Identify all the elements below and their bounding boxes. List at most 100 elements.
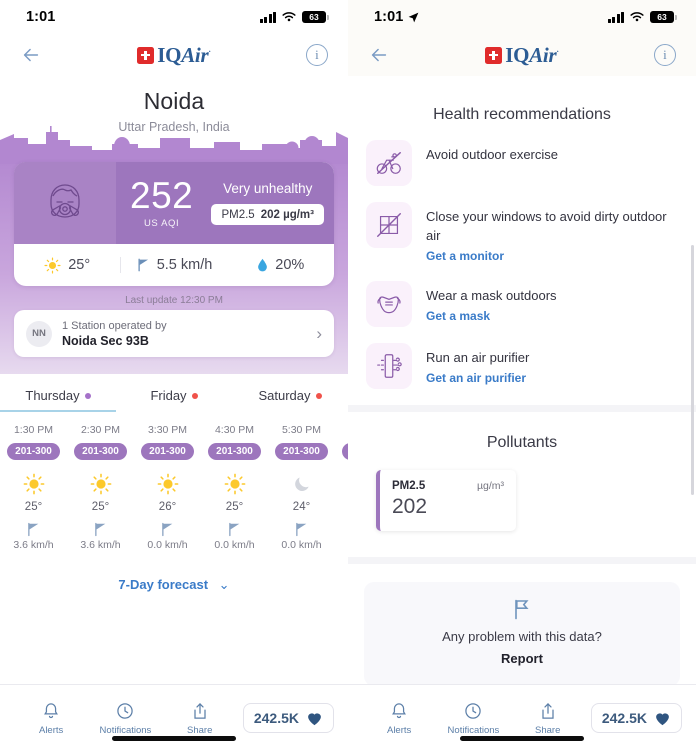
iqair-logo: IQAir· (137, 43, 211, 68)
pollutant-value: 202 (392, 494, 428, 518)
day-tab-label: Saturday (258, 388, 311, 403)
wind-flag-icon (138, 258, 148, 272)
forecast-temp: 26° (158, 501, 177, 513)
moon-icon (335, 469, 348, 499)
station-card[interactable]: NN 1 Station operated by Noida Sec 93B › (14, 310, 334, 357)
forecast-wind: 0.0 km/h (214, 539, 255, 551)
recommendation-link[interactable]: Get an air purifier (426, 371, 526, 385)
status-time-text: 1:01 (374, 9, 404, 25)
battery-icon: 63 (302, 11, 329, 23)
status-time: 1:01 (374, 9, 420, 25)
tab-thursday[interactable]: Thursday (0, 388, 116, 412)
section-divider (348, 404, 696, 412)
forecast-column: 2:30 PM 201-300 25° 3.6 km/h (67, 424, 134, 551)
nav-bar: IQAir· i (0, 34, 348, 76)
info-icon[interactable]: i (653, 44, 676, 66)
page-title: Noida (143, 88, 205, 114)
status-bar: 1:01 63 (0, 0, 348, 34)
likes-button[interactable]: 242.5K (590, 702, 682, 733)
forecast-wind: 3.6 km/h (80, 539, 121, 551)
humidity-drop-icon (258, 258, 268, 272)
nav-bar: IQAir· i (348, 34, 696, 76)
skyline-graphic (0, 126, 348, 164)
list-item[interactable]: Avoid outdoor exercise (366, 140, 678, 186)
sun-icon (201, 469, 268, 499)
likes-button[interactable]: 242.5K (242, 702, 334, 733)
forecast-wind: 3.6 km/h (13, 539, 54, 551)
forecast-column: 6:30 PM 201-300 24° 3.6 km/h (335, 424, 348, 551)
forecast-time: 3:30 PM (147, 424, 188, 436)
aqi-card-top: 252 US AQI Very unhealthy PM2.5 202 µg/m… (14, 162, 334, 244)
list-item[interactable]: Run an air purifier Get an air purifier (366, 342, 678, 389)
tab-notifications[interactable]: Notifications (436, 700, 510, 736)
tab-friday[interactable]: Friday (116, 388, 232, 412)
home-indicator (460, 736, 584, 741)
cellular-signal-icon (259, 11, 276, 23)
forecast-aqi-badge: 201-300 (141, 443, 194, 460)
pollutant-card-header: PM2.5 µg/m³ (392, 480, 504, 492)
pollutant-card[interactable]: PM2.5 µg/m³ 202 (376, 469, 516, 531)
clock-icon (436, 700, 510, 722)
face-mask-icon (366, 280, 412, 327)
list-item[interactable]: Close your windows to avoid dirty outdoo… (366, 202, 678, 265)
last-update-text: Last update 12:30 PM (125, 295, 223, 306)
wind-flag-icon (0, 519, 67, 539)
forecast-temp: 25° (225, 501, 244, 513)
aqi-card: 252 US AQI Very unhealthy PM2.5 202 µg/m… (14, 162, 334, 286)
recommendation-link[interactable]: Get a mask (426, 309, 490, 323)
tab-label: Notifications (99, 724, 152, 736)
tab-label: Alerts (38, 724, 64, 736)
back-arrow-icon[interactable] (368, 44, 390, 66)
tab-notifications[interactable]: Notifications (88, 700, 162, 736)
tab-alerts[interactable]: Alerts (362, 700, 436, 736)
left-screen: 1:01 63 IQAir· i Noida Uttar Pradesh, In… (0, 0, 348, 750)
home-indicator (112, 736, 236, 741)
forecast-time: 4:30 PM (214, 424, 255, 436)
chevron-right-icon[interactable]: › (316, 324, 322, 344)
swiss-cross-icon (137, 46, 155, 64)
battery-icon: 63 (650, 11, 677, 23)
info-icon[interactable]: i (305, 44, 328, 66)
clock-icon (88, 700, 162, 722)
pm25-label: PM2.5 (221, 208, 255, 221)
list-item[interactable]: Wear a mask outdoors Get a mask (366, 280, 678, 327)
sun-icon (44, 256, 61, 274)
aqi-status-block: Very unhealthy PM2.5 202 µg/m³ (211, 181, 324, 225)
recommendation-text: Close your windows to avoid dirty outdoo… (426, 209, 667, 243)
pollutant-name: PM2.5 (392, 479, 426, 492)
recommendation-link[interactable]: Get a monitor (426, 249, 504, 263)
back-arrow-icon[interactable] (20, 44, 42, 66)
forecast-temp: 24° (335, 501, 348, 513)
scrollbar[interactable] (691, 245, 694, 495)
day-tab-label: Friday (150, 388, 187, 403)
recommendation-text-block: Run an air purifier Get an air purifier (426, 343, 529, 387)
flag-icon (364, 598, 680, 620)
no-cycling-icon (366, 140, 412, 186)
chevron-down-icon: ⌄ (218, 577, 230, 592)
day-tabs: Thursday Friday Saturday (0, 388, 348, 412)
hourly-forecast[interactable]: 1:30 PM 201-300 25° 3.6 km/h 2:30 PM 201… (0, 424, 348, 551)
pollutants-title: Pollutants (486, 433, 558, 451)
tab-label: Notifications (447, 724, 500, 736)
tab-saturday[interactable]: Saturday (232, 388, 348, 412)
share-icon (511, 700, 585, 722)
section-divider (348, 556, 696, 564)
share-icon (163, 700, 237, 722)
forecast-wind: 0.0 km/h (281, 539, 322, 551)
tab-alerts[interactable]: Alerts (14, 700, 88, 736)
seven-day-forecast-button[interactable]: 7-Day forecast ⌄ (0, 577, 348, 593)
wind-flag-icon (335, 519, 348, 539)
tab-share[interactable]: Share (163, 700, 237, 736)
report-button[interactable]: Report (501, 651, 543, 666)
day-tab-dot (191, 392, 198, 399)
forecast-column: 5:30 PM 201-300 24° 0.0 km/h (268, 424, 335, 551)
sun-icon (134, 469, 201, 499)
aqi-readout: 252 US AQI Very unhealthy PM2.5 202 µg/m… (116, 162, 334, 244)
recommendation-text-block: Wear a mask outdoors Get a mask (426, 281, 557, 325)
health-recommendations-title: Health recommendations (433, 106, 611, 123)
wifi-icon (282, 12, 296, 22)
tab-share[interactable]: Share (511, 700, 585, 736)
forecast-row: 1:30 PM 201-300 25° 3.6 km/h 2:30 PM 201… (0, 424, 348, 551)
station-text: 1 Station operated by Noida Sec 93B (52, 320, 316, 348)
wind-flag-icon (268, 519, 335, 539)
